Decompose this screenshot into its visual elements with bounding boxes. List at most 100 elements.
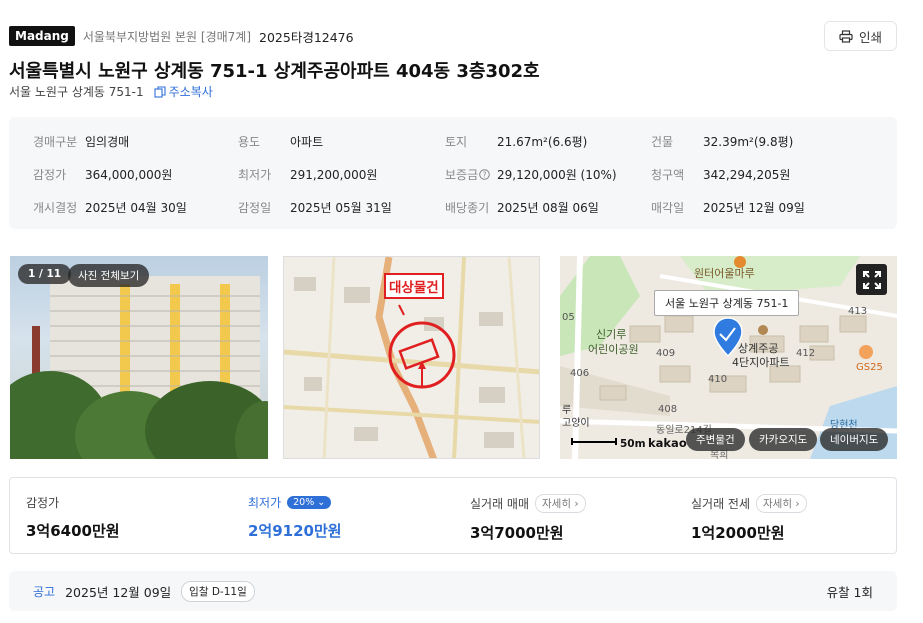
map-label: GS25: [856, 362, 883, 373]
sale-value: 3억7000만원: [470, 524, 564, 542]
info-key: 감정가: [33, 168, 67, 182]
map-label: 05: [562, 312, 575, 323]
chevron-double-down-icon: ⌄: [317, 497, 326, 508]
map-label: 원터어울마루: [694, 267, 755, 280]
info-key: 최저가: [238, 168, 272, 182]
minimum-stat: 최저가 20% ⌄ 2억9120만원: [248, 494, 342, 541]
info-key: 감정일: [238, 201, 272, 215]
dday-badge: 입찰 D-11일: [181, 580, 255, 602]
info-value: 임의경매: [85, 135, 130, 149]
info-cell: 건물 32.39m²(9.8평): [651, 133, 793, 150]
price-summary: 감정가 3억6400만원 최저가 20% ⌄ 2억9120만원 실거래 매매 자…: [9, 477, 897, 554]
map-label: 412: [796, 348, 816, 359]
map-label: 409: [656, 348, 676, 359]
printer-icon: [839, 29, 853, 43]
sale-stat: 실거래 매매 자세히 › 3억7000만원: [470, 494, 586, 543]
map-label: 413: [848, 306, 868, 317]
map-label: 410: [708, 374, 728, 385]
map-fullscreen-button[interactable]: [856, 264, 887, 295]
info-cell: 청구액 342,294,205원: [651, 166, 790, 183]
info-value: 291,200,000원: [290, 168, 378, 182]
map-label: 4단지아파트: [732, 356, 790, 369]
lease-label: 실거래 전세: [691, 497, 751, 511]
case-number: 2025타경12476: [259, 29, 354, 45]
info-cell: 감정가 364,000,000원: [33, 166, 172, 183]
kakao-map-button[interactable]: 카카오지도: [749, 428, 818, 451]
naver-map-button[interactable]: 네이버지도: [820, 428, 889, 451]
appraisal-stat: 감정가 3억6400만원: [26, 494, 120, 541]
info-key: 용도: [238, 135, 261, 149]
info-cell: 감정일 2025년 05월 31일: [238, 199, 392, 216]
info-value: 2025년 12월 09일: [703, 201, 805, 215]
address-text: 서울 노원구 상계동 751-1: [9, 85, 144, 99]
info-cell: 배당종기 2025년 08월 06일: [445, 199, 599, 216]
help-icon[interactable]: ?: [479, 169, 490, 180]
info-value: 2025년 05월 31일: [290, 201, 392, 215]
info-key: 배당종기: [445, 201, 490, 215]
svg-text:?: ?: [483, 170, 487, 179]
notice-label: 공고: [33, 584, 56, 599]
map-label: 어린이공원: [588, 343, 639, 356]
minimum-value: 2억9120만원: [248, 522, 342, 540]
map-scale-label: 50m: [620, 438, 646, 450]
target-property-label: 대상물건: [384, 273, 444, 299]
copy-address-button[interactable]: 주소복사: [154, 83, 213, 100]
info-value: 2025년 08월 06일: [497, 201, 599, 215]
case-header: Madang 서울북부지방법원 본원 [경매7계] 2025타경12476: [9, 26, 354, 46]
auction-info-panel: 경매구분 임의경매 용도 아파트 토지 21.67m²(6.6평) 건물 32.39m²…: [9, 117, 897, 229]
sale-detail-button[interactable]: 자세히 ›: [535, 494, 586, 513]
map-label: 406: [570, 368, 590, 379]
info-key: 경매구분: [33, 135, 78, 149]
photo-counter: 1 / 11: [18, 264, 72, 284]
chevron-right-icon: ›: [574, 498, 579, 510]
info-key: 청구액: [651, 168, 685, 182]
info-cell: 매각일 2025년 12월 09일: [651, 199, 805, 216]
fail-count: 유찰 1회: [826, 584, 873, 600]
info-cell: 최저가 291,200,000원: [238, 166, 377, 183]
location-diagram[interactable]: 대상물건: [283, 256, 540, 459]
info-cell: 토지 21.67m²(6.6평): [445, 133, 587, 150]
property-photo[interactable]: 1 / 11 사진 전체보기: [10, 256, 268, 459]
lease-value: 1억2000만원: [691, 524, 785, 542]
view-all-photos-button[interactable]: 사진 전체보기: [68, 264, 150, 287]
info-key: 매각일: [651, 201, 685, 215]
info-value: 342,294,205원: [703, 168, 791, 182]
map-callout: 서울 노원구 상계동 751-1: [654, 290, 800, 316]
copy-icon: [154, 85, 166, 98]
nearby-properties-button[interactable]: 주변물건: [686, 428, 745, 451]
page-title: 서울특별시 노원구 상계동 751-1 상계주공아파트 404동 3층302호: [9, 61, 540, 82]
info-key: 건물: [651, 135, 674, 149]
kakao-logo: kakao: [648, 436, 687, 450]
auction-date: 2025년 12월 09일: [65, 584, 172, 600]
info-cell: 보증금? 29,120,000원 (10%): [445, 166, 617, 183]
appraisal-label: 감정가: [26, 496, 60, 510]
map-label: 신기루: [596, 328, 627, 341]
minimum-label: 최저가: [248, 496, 282, 510]
info-value: 32.39m²(9.8평): [703, 135, 794, 149]
print-label: 인쇄: [858, 29, 882, 45]
map-label: 408: [658, 404, 678, 415]
lease-stat: 실거래 전세 자세히 › 1억2000만원: [691, 494, 807, 543]
info-value: 21.67m²(6.6평): [497, 135, 588, 149]
lease-detail-button[interactable]: 자세히 ›: [756, 494, 807, 513]
info-key: 개시결정: [33, 201, 78, 215]
print-button[interactable]: 인쇄: [824, 21, 897, 51]
info-cell: 용도 아파트: [238, 133, 323, 150]
chevron-right-icon: ›: [795, 498, 800, 510]
info-value: 29,120,000원 (10%): [497, 168, 617, 182]
auction-schedule-row[interactable]: 공고 2025년 12월 09일 입찰 D-11일 유찰 1회: [9, 571, 897, 611]
property-map[interactable]: 원터어울마루 신기루 어린이공원 상계주공 4단지아파트 413 412 409…: [560, 256, 897, 459]
info-key: 보증금?: [445, 166, 497, 183]
copy-address-label: 주소복사: [168, 85, 213, 99]
info-value: 2025년 04월 30일: [85, 201, 187, 215]
info-cell: 경매구분 임의경매: [33, 133, 129, 150]
info-value: 364,000,000원: [85, 168, 173, 182]
appraisal-value: 3억6400만원: [26, 522, 120, 540]
map-label: 고양이: [562, 418, 590, 429]
discount-badge: 20% ⌄: [287, 496, 332, 509]
sale-label: 실거래 매매: [470, 497, 530, 511]
info-value: 아파트: [290, 135, 324, 149]
address-row: 서울 노원구 상계동 751-1 주소복사: [9, 83, 213, 100]
brand-logo: Madang: [9, 26, 75, 46]
court-name: 서울북부지방법원 본원 [경매7계]: [82, 29, 252, 44]
